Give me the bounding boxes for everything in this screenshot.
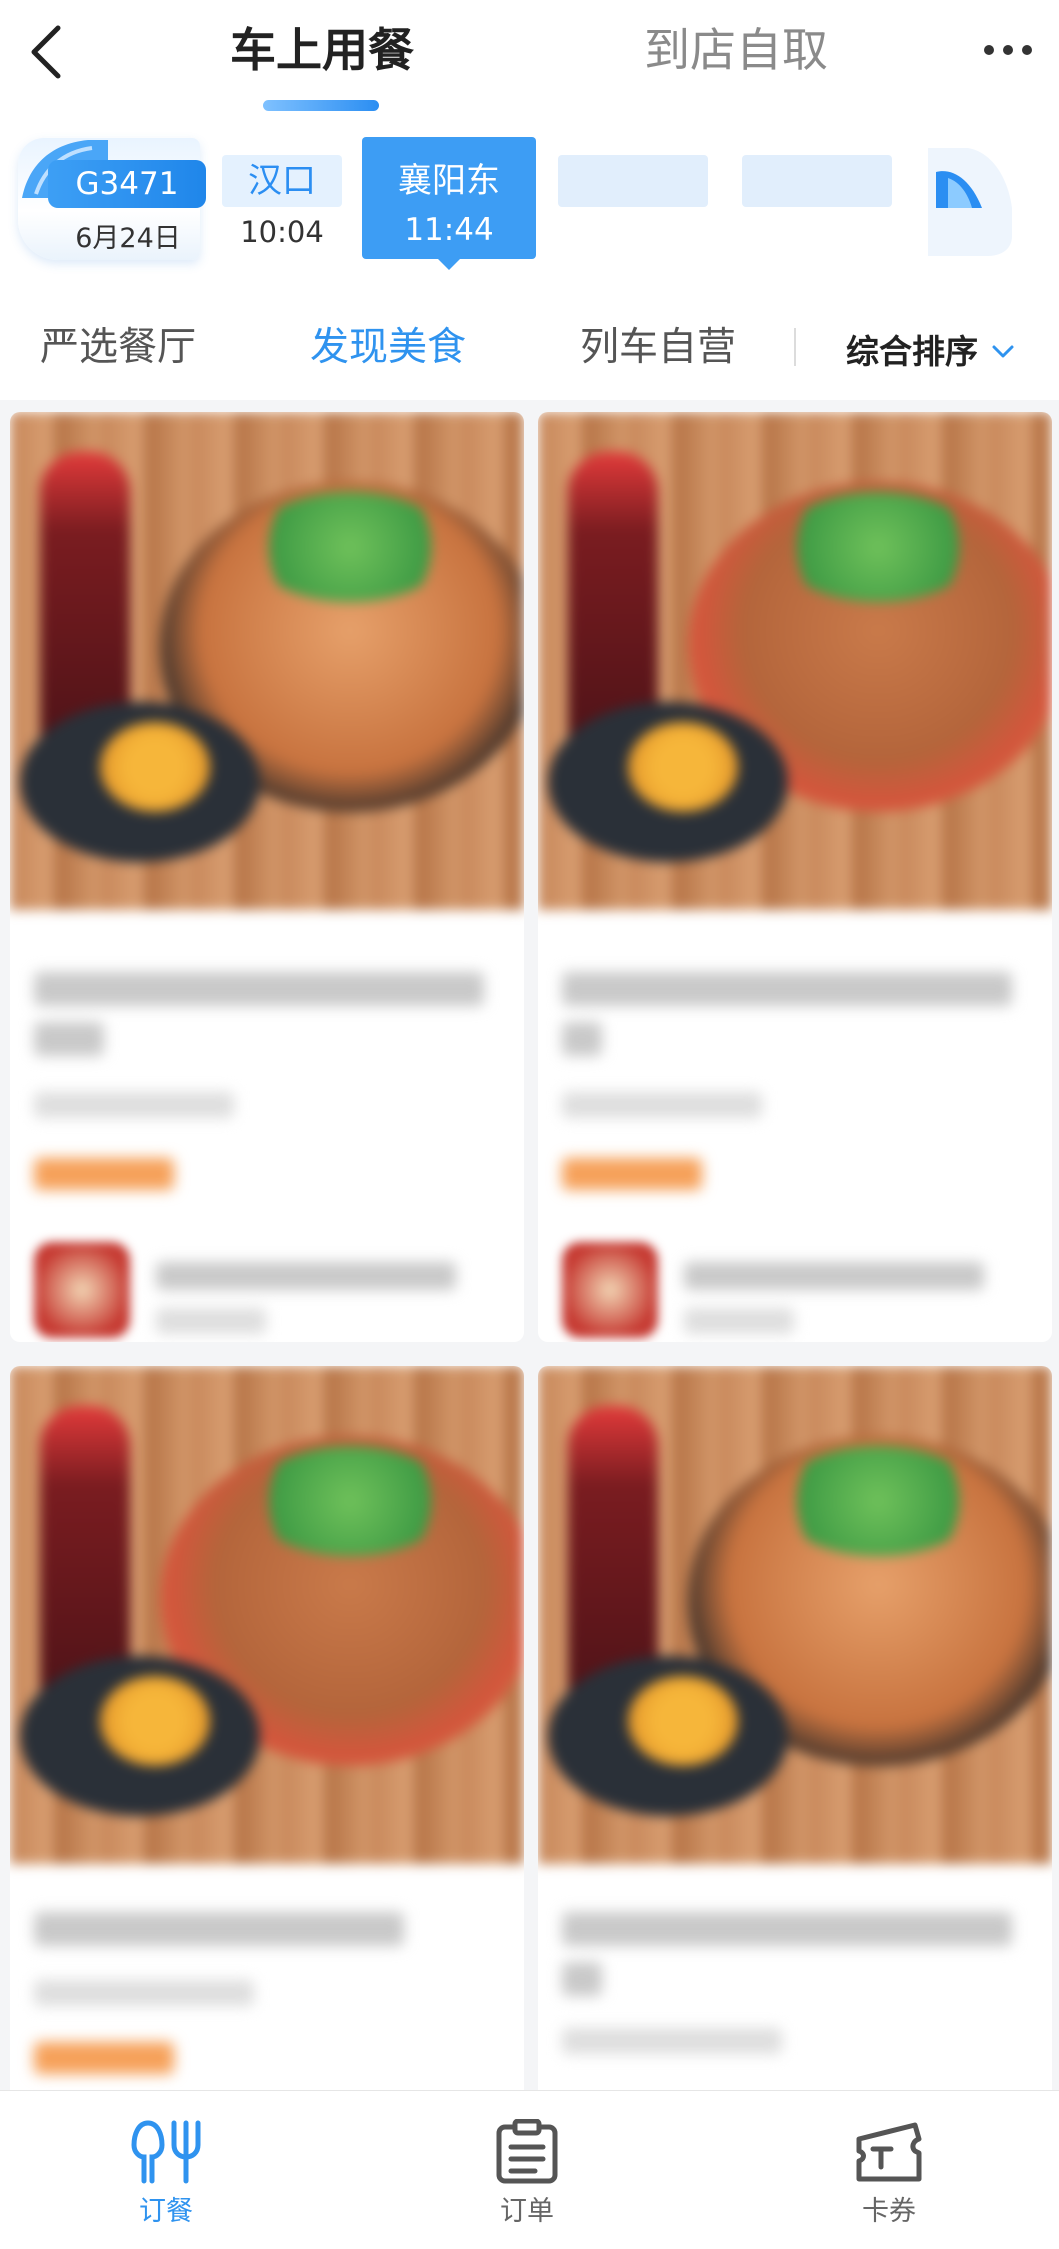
- stop-name: 襄阳东: [398, 161, 500, 201]
- product-title-blurred: [562, 1022, 602, 1056]
- stop-placeholder[interactable]: [742, 155, 892, 207]
- category-tabs: 严选餐厅 发现美食 列车自营 综合排序: [0, 280, 1059, 400]
- product-meta-blurred: [562, 1092, 762, 1118]
- product-meta-blurred: [34, 1980, 254, 2006]
- product-card[interactable]: [10, 1366, 524, 2090]
- tab-selected-restaurants[interactable]: 严选餐厅: [40, 320, 196, 376]
- shop-meta-blurred: [156, 1308, 266, 1334]
- selected-stop-pointer: [437, 258, 461, 270]
- product-meta-blurred: [34, 1092, 234, 1118]
- product-card[interactable]: [538, 1366, 1052, 2090]
- stop-hankou[interactable]: 汉口 10:04: [222, 155, 342, 249]
- product-price-blurred: [34, 1158, 174, 1190]
- stop-time: 11:44: [404, 212, 494, 248]
- nav-orders[interactable]: 订单: [467, 2119, 587, 2228]
- stop-name: 汉口: [222, 155, 342, 207]
- ticket-icon: [856, 2122, 922, 2182]
- station-selector: G3471 6月24日 汉口 10:04 襄阳东 11:44: [0, 130, 1059, 280]
- product-image: [10, 1366, 524, 1864]
- nav-label: 卡券: [862, 2196, 916, 2227]
- shop-name-blurred: [684, 1262, 984, 1290]
- product-grid: [0, 400, 1059, 2090]
- active-tab-indicator: [263, 100, 379, 111]
- product-price-blurred: [34, 2042, 174, 2074]
- product-meta-blurred: [562, 2028, 782, 2054]
- product-price-blurred: [562, 1158, 702, 1190]
- divider: [794, 328, 796, 366]
- train-number: G3471: [48, 160, 206, 208]
- more-dots-icon[interactable]: [982, 38, 1034, 62]
- utensils-icon: [131, 2120, 201, 2184]
- stop-xiangyangdong-selected[interactable]: 襄阳东 11:44: [362, 137, 536, 259]
- shop-meta-blurred: [684, 1308, 794, 1334]
- product-card[interactable]: [538, 412, 1052, 1342]
- top-bar: 车上用餐 到店自取: [0, 0, 1059, 130]
- sort-dropdown[interactable]: 综合排序: [846, 324, 978, 380]
- product-title-blurred: [562, 1912, 1012, 1946]
- train-info-card: G3471 6月24日: [18, 138, 206, 260]
- product-image: [10, 412, 524, 910]
- shop-name-blurred: [156, 1262, 456, 1290]
- tab-discover-food[interactable]: 发现美食: [310, 320, 466, 376]
- shop-logo: [562, 1242, 658, 1338]
- tab-onboard-dining[interactable]: 车上用餐: [222, 18, 422, 82]
- nav-label: 订单: [500, 2196, 554, 2227]
- product-card[interactable]: [10, 412, 524, 1342]
- nav-coupons[interactable]: 卡券: [829, 2119, 949, 2228]
- nav-label: 订餐: [139, 2196, 193, 2227]
- bottom-nav: 订餐 订单 卡券: [0, 2090, 1059, 2249]
- stop-time: 10:04: [240, 215, 324, 249]
- product-title-blurred: [34, 1912, 404, 1946]
- product-image: [538, 1366, 1052, 1864]
- product-title-blurred: [34, 972, 484, 1006]
- back-chevron-icon[interactable]: [24, 22, 74, 82]
- train-date: 6月24日: [75, 223, 181, 254]
- train-tail-icon: [928, 148, 1012, 256]
- product-title-blurred: [562, 972, 1012, 1006]
- clipboard-icon: [496, 2119, 558, 2184]
- nav-order-food[interactable]: 订餐: [106, 2119, 226, 2228]
- chevron-down-icon[interactable]: [990, 342, 1016, 362]
- tab-store-pickup[interactable]: 到店自取: [626, 18, 846, 82]
- product-title-blurred: [34, 1022, 104, 1056]
- product-image: [538, 412, 1052, 910]
- shop-logo: [34, 1242, 130, 1338]
- product-title-blurred: [562, 1962, 602, 1996]
- stop-placeholder[interactable]: [558, 155, 708, 207]
- tab-train-self-operated[interactable]: 列车自营: [580, 320, 736, 376]
